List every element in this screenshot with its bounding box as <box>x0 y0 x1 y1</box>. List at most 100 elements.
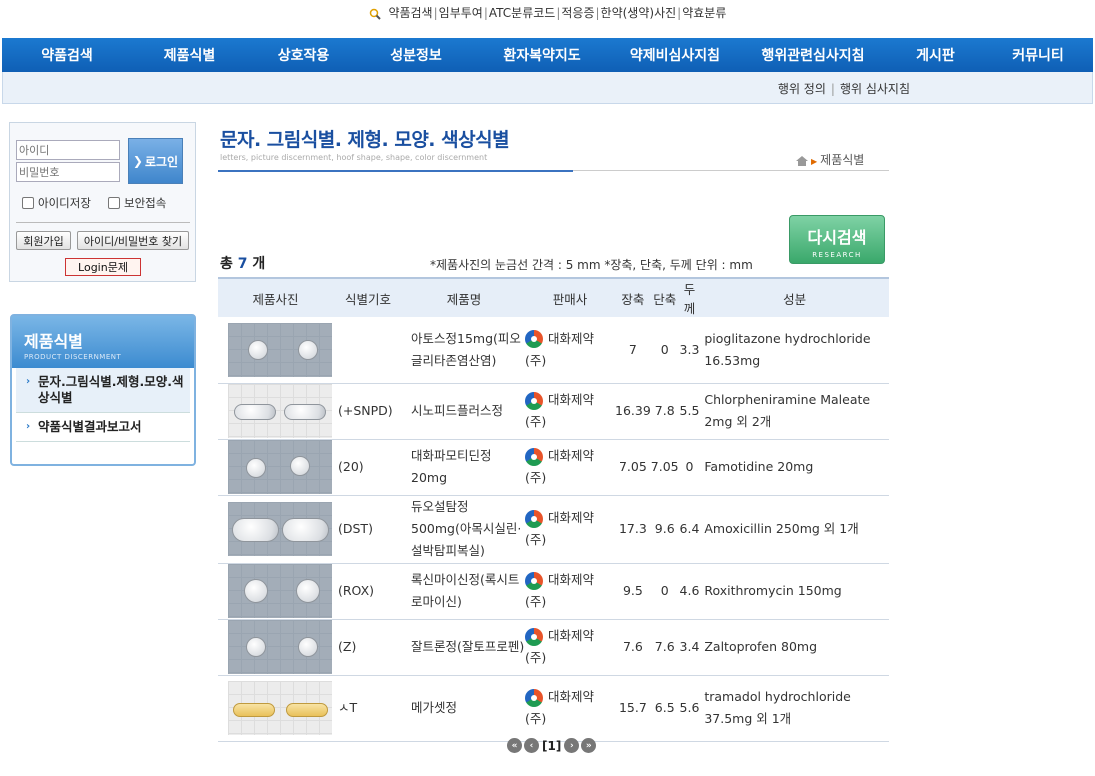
product-photo[interactable] <box>228 384 332 438</box>
page-heading: 문자. 그림식별. 제형. 모양. 색상식별 letters, picture … <box>220 125 510 162</box>
product-name-link[interactable]: 메가셋정 <box>403 675 525 742</box>
col-header-name: 제품명 <box>403 277 525 317</box>
id-input[interactable] <box>16 140 120 160</box>
login-button[interactable]: ❯ 로그인 <box>128 138 183 184</box>
seller-logo-icon <box>525 571 543 590</box>
id-code: (ROX) <box>333 563 403 620</box>
side-menu-item-identify[interactable]: › 문자.그림식별.제형.모양.색상식별 <box>16 368 190 413</box>
nav-drug-search[interactable]: 약품검색 <box>2 45 132 65</box>
thickness: 5.6 <box>678 675 701 742</box>
nav-community[interactable]: 커뮤니티 <box>983 45 1093 65</box>
arrow-right-icon: ❯ <box>132 154 143 168</box>
research-button[interactable]: 다시검색 RESEARCH <box>789 215 885 264</box>
long-axis: 16.39 <box>615 383 651 440</box>
id-code: ㅅT <box>333 675 403 742</box>
side-menu-item-report[interactable]: › 약품식별결과보고서 <box>16 413 190 442</box>
seller[interactable]: 대화제약(주) <box>525 563 615 620</box>
triangle-right-icon: ▶ <box>811 157 818 166</box>
seller[interactable]: 대화제약(주) <box>525 675 615 742</box>
product-name-link[interactable]: 시노피드플러스정 <box>403 383 525 440</box>
col-header-long: 장축 <box>615 277 651 317</box>
product-name-link[interactable]: 잘트론정(잘토프로펜) <box>403 619 525 676</box>
seller[interactable]: 대화제약(주) <box>525 317 615 384</box>
ingredient: Amoxicillin 250mg 외 1개 <box>700 495 889 564</box>
result-count-number: 7 <box>237 256 248 272</box>
seller[interactable]: 대화제약(주) <box>525 383 615 440</box>
seller-logo-icon <box>525 688 543 707</box>
seller-logo-icon <box>525 447 543 466</box>
first-page-icon[interactable]: « <box>507 738 522 753</box>
long-axis: 15.7 <box>615 675 651 742</box>
id-code: (Z) <box>333 619 403 676</box>
login-problem-button[interactable]: Login문제 <box>65 258 141 276</box>
top-link-herbal-photo[interactable]: 한약(생약)사진 <box>601 6 677 20</box>
short-axis: 7.8 <box>650 383 679 440</box>
main-nav: 약품검색 제품식별 상호작용 성분정보 환자복약지도 약제비심사지침 행위관련심… <box>2 38 1093 72</box>
seller-logo-icon <box>525 509 543 528</box>
product-name-link[interactable]: 록신마이신정(록시트로마이신) <box>403 563 525 620</box>
heading-divider <box>218 170 889 172</box>
col-header-short: 단축 <box>650 277 679 317</box>
product-photo[interactable] <box>228 564 332 618</box>
top-link-indication[interactable]: 적응증 <box>561 6 594 20</box>
seller[interactable]: 대화제약(주) <box>525 439 615 496</box>
unit-note: *제품사진의 눈금선 간격 : 5 mm *장축, 단축, 두께 단위 : mm <box>430 258 753 272</box>
table-row: (20) 대화파모티딘정20mg 대화제약(주) 7.05 7.05 0 Fam… <box>218 439 889 496</box>
last-page-icon[interactable]: » <box>581 738 597 753</box>
short-axis: 0 <box>650 563 679 620</box>
secure-login-checkbox[interactable]: 보안접속 <box>108 195 166 211</box>
top-link-drug-search[interactable]: 약품검색 <box>388 6 432 20</box>
join-button[interactable]: 회원가입 <box>16 231 71 250</box>
product-photo[interactable] <box>228 322 332 377</box>
product-name-link[interactable]: 듀오설탐정500mg(아목시실린·설박탐피복실) <box>403 495 525 564</box>
nav-drug-cost-guide[interactable]: 약제비심사지침 <box>612 45 738 65</box>
home-icon[interactable] <box>796 155 808 166</box>
password-input[interactable] <box>16 162 120 182</box>
thickness: 6.4 <box>678 495 701 564</box>
side-menu-subtitle: PRODUCT DISCERNMENT <box>24 353 122 361</box>
top-link-pregnancy[interactable]: 임부투여 <box>439 6 483 20</box>
col-header-seller: 판매사 <box>525 277 615 317</box>
nav-patient-guide[interactable]: 환자복약지도 <box>472 45 612 65</box>
result-count: 총 7 개 <box>220 256 266 272</box>
product-photo[interactable] <box>228 440 332 494</box>
save-id-checkbox[interactable]: 아이디저장 <box>22 195 91 211</box>
nav-procedure-guide[interactable]: 행위관련심사지침 <box>738 45 888 65</box>
side-menu: 제품식별 PRODUCT DISCERNMENT › 문자.그림식별.제형.모양… <box>10 314 196 466</box>
prev-page-icon[interactable]: ‹ <box>524 738 539 753</box>
nav-interaction[interactable]: 상호작용 <box>247 45 360 65</box>
side-menu-title: 제품식별 <box>24 332 83 351</box>
seller[interactable]: 대화제약(주) <box>525 619 615 676</box>
top-link-efficacy[interactable]: 약효분류 <box>682 6 726 20</box>
next-page-icon[interactable]: › <box>564 738 580 753</box>
login-box: ❯로그인 아이디저장 보안접속 회원가입 아이디/비밀번호 찾기 Login문제 <box>9 122 196 282</box>
top-link-atc[interactable]: ATC분류코드 <box>489 6 555 20</box>
seller-logo-icon <box>525 627 543 646</box>
find-account-button[interactable]: 아이디/비밀번호 찾기 <box>77 231 189 250</box>
product-photo[interactable] <box>228 620 332 674</box>
ingredient: Chlorpheniramine Maleate 2mg 외 2개 <box>700 383 889 440</box>
seller[interactable]: 대화제약(주) <box>525 495 615 564</box>
subnav-procedure-definition[interactable]: 행위 정의 <box>778 82 826 96</box>
ingredient: Zaltoprofen 80mg <box>700 619 889 676</box>
seller-logo-icon <box>525 391 543 410</box>
page-subtitle: letters, picture discernment, hoof shape… <box>220 153 488 162</box>
nav-board[interactable]: 게시판 <box>888 45 983 65</box>
nav-ingredient[interactable]: 성분정보 <box>360 45 472 65</box>
chevron-right-icon: › <box>26 376 31 387</box>
current-page[interactable]: [1] <box>542 739 561 753</box>
product-photo[interactable] <box>228 502 332 556</box>
id-code: (20) <box>333 439 403 496</box>
breadcrumb-current[interactable]: 제품식별 <box>820 153 864 167</box>
subnav-procedure-guideline[interactable]: 행위 심사지침 <box>840 82 910 96</box>
short-axis: 7.05 <box>650 439 679 496</box>
sub-nav: 행위 정의 | 행위 심사지침 <box>2 72 1093 104</box>
product-name-link[interactable]: 대화파모티딘정20mg <box>403 439 525 496</box>
product-name-link[interactable]: 아토스정15mg(피오글리타존염산염) <box>403 317 525 384</box>
table-row: ㅅT 메가셋정 대화제약(주) 15.7 6.5 5.6 tramadol hy… <box>218 675 889 742</box>
nav-product-identify[interactable]: 제품식별 <box>132 45 247 65</box>
product-photo[interactable] <box>228 681 332 735</box>
short-axis: 6.5 <box>650 675 679 742</box>
top-utility-links: 약품검색|임부투여|ATC분류코드|적응증|한약(생약)사진|약효분류 <box>0 4 1095 21</box>
thickness: 0 <box>678 439 701 496</box>
